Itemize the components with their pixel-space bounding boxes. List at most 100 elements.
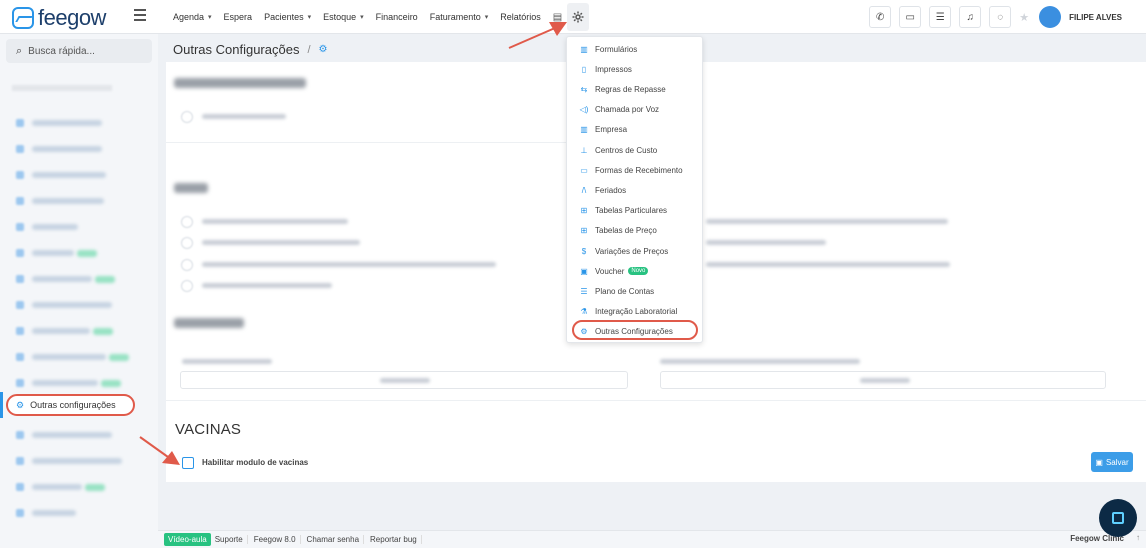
dropdown-item-5[interactable]: ▥ Empresa [577, 120, 699, 140]
blurred-option-label [202, 114, 286, 119]
dropdown-item-6[interactable]: ⊥ Centros de Custo [577, 140, 699, 160]
dropdown-item-15[interactable]: ⚙ Outras Configurações [577, 322, 699, 342]
nav-item-pacientes[interactable]: Pacientes ▾ [264, 12, 311, 22]
footer-suporte[interactable]: Suporte [215, 535, 248, 544]
video-aula-button[interactable]: Vídeo-aula [164, 533, 211, 546]
nav-item-espera[interactable]: Espera [224, 12, 253, 22]
chat-widget-icon [1112, 512, 1124, 524]
chat-button[interactable]: ◌ [989, 6, 1012, 28]
menu-item-label: Formas de Recebimento [595, 165, 683, 175]
phone-icon: ✆ [876, 11, 885, 23]
menu-item-icon: $ [581, 246, 587, 256]
dropdown-item-9[interactable]: ⊞ Tabelas Particulares [577, 201, 699, 221]
nav-item-agenda[interactable]: Agenda ▾ [173, 12, 212, 22]
menu-toggle-icon[interactable] [134, 9, 146, 21]
sidebar-item[interactable] [0, 346, 158, 368]
scroll-top-icon[interactable]: ↑ [1136, 533, 1140, 542]
footer-chamar-senha[interactable]: Chamar senha [307, 535, 365, 544]
nav-item-financeiro[interactable]: Financeiro [376, 12, 418, 22]
dropdown-item-8[interactable]: /\ Feriados [577, 180, 699, 200]
dropdown-item-2[interactable]: ▯ Impressos [577, 59, 699, 79]
menu-item-label: Impressos [595, 64, 632, 74]
inbox-button[interactable]: ▭ [899, 6, 922, 28]
dropdown-item-14[interactable]: ⚗ Integração Laboratorial [577, 302, 699, 322]
user-name[interactable]: FILIPE ALVES [1069, 13, 1122, 22]
blurred-menu-label [32, 224, 78, 230]
divider [166, 400, 1146, 401]
dropdown-item-11[interactable]: $ Variações de Preços [577, 241, 699, 261]
tasks-button[interactable]: ☰ [929, 6, 952, 28]
blurred-menu-label [32, 120, 102, 126]
dropdown-item-4[interactable]: ◁) Chamada por Voz [577, 100, 699, 120]
help-chat-button[interactable] [1099, 499, 1137, 537]
phone-button[interactable]: ✆ [869, 6, 892, 28]
sidebar-item[interactable] [0, 502, 158, 524]
quick-search[interactable]: ⌕ [6, 39, 152, 63]
blurred-checkbox [181, 216, 193, 228]
sidebar-item[interactable] [0, 372, 158, 394]
sidebar-item[interactable] [0, 424, 158, 446]
save-button[interactable]: ▣ Salvar [1091, 452, 1133, 472]
chevron-down-icon: ▾ [208, 14, 212, 21]
sidebar-item-label: Outras configurações [30, 400, 116, 410]
footer-reportar-bug[interactable]: Reportar bug [370, 535, 422, 544]
nav-item-label: Estoque [323, 12, 357, 22]
blurred-section-heading [174, 318, 244, 328]
active-indicator [0, 392, 3, 418]
blurred-option-label [202, 283, 332, 288]
blurred-menu-label [32, 354, 106, 360]
nav-item-label: Agenda [173, 12, 205, 22]
sidebar-item[interactable] [0, 190, 158, 212]
avatar[interactable] [1039, 6, 1062, 28]
blurred-option-label [202, 219, 348, 224]
save-label: Salvar [1105, 457, 1129, 467]
sidebar-item[interactable] [0, 294, 158, 316]
sidebar-item[interactable] [0, 476, 158, 498]
annotation-arrow-top [508, 22, 567, 49]
nav-item-label: Espera [223, 12, 253, 22]
blurred-option-label [202, 262, 496, 267]
sidebar-item[interactable] [0, 164, 158, 186]
dropdown-item-13[interactable]: ☰ Plano de Contas [577, 281, 699, 301]
dropdown-item-12[interactable]: ▣ Voucher Novo [577, 261, 699, 281]
star-icon[interactable]: ★ [1019, 11, 1029, 24]
dropdown-item-3[interactable]: ⇆ Regras de Repasse [577, 79, 699, 99]
annotation-arrow-bottom [139, 436, 180, 465]
feegow-logo[interactable]: feegow [12, 5, 106, 31]
blurred-field-label [660, 359, 860, 364]
vacinas-checkbox-label[interactable]: Habilitar modulo de vacinas [202, 458, 308, 467]
notifications-button[interactable]: ♫ [959, 6, 982, 28]
sidebar-item[interactable] [0, 268, 158, 290]
nav-item-label: Faturamento [429, 12, 481, 22]
menu-item-icon: ⊞ [580, 226, 588, 236]
sidebar-item[interactable] [0, 320, 158, 342]
blurred-menu-icon [16, 457, 24, 465]
menu-item-icon: ▥ [580, 44, 588, 54]
blurred-menu-label [32, 198, 104, 204]
sidebar-item[interactable] [0, 450, 158, 472]
divider [166, 142, 566, 143]
nav-item-estoque[interactable]: Estoque ▾ [323, 12, 364, 22]
menu-item-label: Integração Laboratorial [595, 307, 678, 317]
breadcrumb-separator: / [307, 43, 311, 56]
sidebar-item[interactable] [0, 138, 158, 160]
sidebar-item[interactable] [0, 242, 158, 264]
sidebar-item[interactable] [0, 112, 158, 134]
nav-item-faturamento[interactable]: Faturamento ▾ [430, 12, 489, 22]
blurred-menu-icon [16, 353, 24, 361]
search-input[interactable] [28, 45, 139, 57]
dropdown-item-1[interactable]: ▥ Formulários [577, 39, 699, 59]
sidebar-item[interactable] [0, 216, 158, 238]
dropdown-item-7[interactable]: ▭ Formas de Recebimento [577, 160, 699, 180]
blurred-badge [109, 353, 129, 361]
blurred-menu-label [32, 250, 74, 256]
settings-dropdown-menu: ▥ Formulários ▯ Impressos ⇆ Regras de Repasse… [566, 36, 703, 343]
menu-item-label: Variações de Preços [595, 246, 669, 256]
blurred-field-label [182, 359, 272, 364]
blurred-menu-label [32, 510, 76, 516]
dropdown-item-10[interactable]: ⊞ Tabelas de Preço [577, 221, 699, 241]
blurred-menu-icon [16, 509, 24, 517]
sidebar-item-outras-configuracoes[interactable]: ⚙ Outras configurações [6, 394, 135, 416]
menu-item-label: Tabelas de Preço [595, 226, 657, 236]
blurred-menu-label [32, 172, 106, 178]
